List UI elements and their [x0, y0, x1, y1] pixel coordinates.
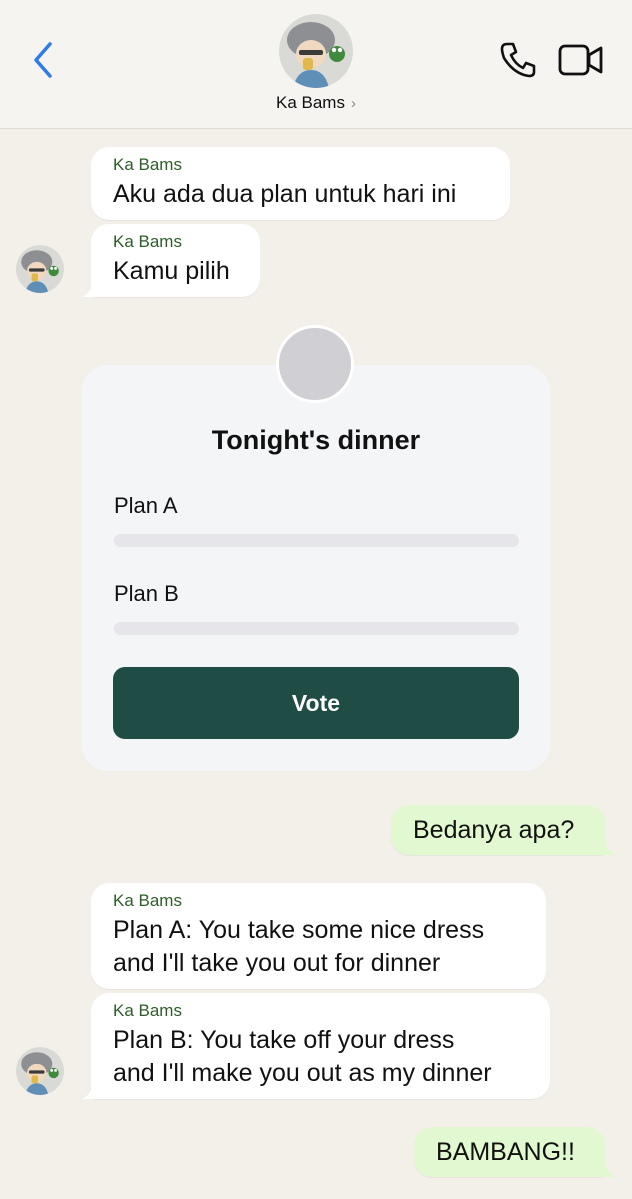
chevron-right-icon: ›	[350, 95, 356, 112]
sender-avatar[interactable]	[16, 1047, 64, 1095]
outgoing-message[interactable]: Bedanya apa?	[391, 805, 605, 855]
incoming-message[interactable]: Ka Bams Kamu pilih	[91, 224, 260, 297]
avatar-image	[16, 1047, 64, 1095]
message-text: Kamu pilih	[113, 257, 230, 285]
incoming-message[interactable]: Ka Bams Plan B: You take off your dress …	[91, 993, 550, 1099]
bubble-tail	[82, 1082, 102, 1099]
poll-option-bar[interactable]	[114, 534, 519, 547]
bubble-tail	[596, 838, 616, 855]
poll-option-bar[interactable]	[114, 622, 519, 635]
poll-avatar-placeholder	[276, 325, 354, 403]
message-text: Plan A: You take some nice dress	[113, 916, 485, 944]
contact-name: Ka Bams	[276, 93, 345, 112]
back-chevron-icon	[34, 42, 52, 78]
message-text: Plan B: You take off your dress	[113, 1026, 455, 1054]
message-text: Aku ada dua plan untuk hari ini	[113, 180, 457, 208]
contact-avatar[interactable]	[279, 14, 353, 88]
phone-icon	[500, 42, 536, 78]
avatar-image	[279, 14, 353, 88]
message-text: BAMBANG!!	[436, 1138, 575, 1166]
message-text: Bedanya apa?	[413, 816, 575, 844]
sender-avatar[interactable]	[16, 245, 64, 293]
message-sender: Ka Bams	[113, 232, 182, 251]
message-sender: Ka Bams	[113, 891, 182, 910]
incoming-message[interactable]: Ka Bams Plan A: You take some nice dress…	[91, 883, 546, 989]
voice-call-button[interactable]	[498, 40, 540, 80]
poll-option-label[interactable]: Plan B	[114, 581, 179, 607]
bubble-tail	[82, 280, 102, 297]
video-camera-icon	[558, 44, 603, 76]
message-sender: Ka Bams	[113, 1001, 182, 1020]
contact-name-link[interactable]: Ka Bams ›	[0, 93, 632, 113]
incoming-message[interactable]: Ka Bams Aku ada dua plan untuk hari ini	[91, 147, 510, 220]
poll-option-label[interactable]: Plan A	[114, 493, 178, 519]
back-button[interactable]	[28, 38, 62, 82]
vote-button[interactable]: Vote	[113, 667, 519, 739]
avatar-image	[16, 245, 64, 293]
message-sender: Ka Bams	[113, 155, 182, 174]
poll-card: Tonight's dinner Plan A Plan B Vote	[82, 365, 550, 771]
message-text: and I'll take you out for dinner	[113, 949, 441, 977]
message-text: and I'll make you out as my dinner	[113, 1059, 492, 1087]
video-call-button[interactable]	[558, 42, 604, 78]
bubble-tail	[596, 1160, 616, 1177]
chat-header: Ka Bams ›	[0, 0, 632, 129]
outgoing-message[interactable]: BAMBANG!!	[414, 1127, 605, 1177]
poll-title: Tonight's dinner	[211, 425, 421, 455]
